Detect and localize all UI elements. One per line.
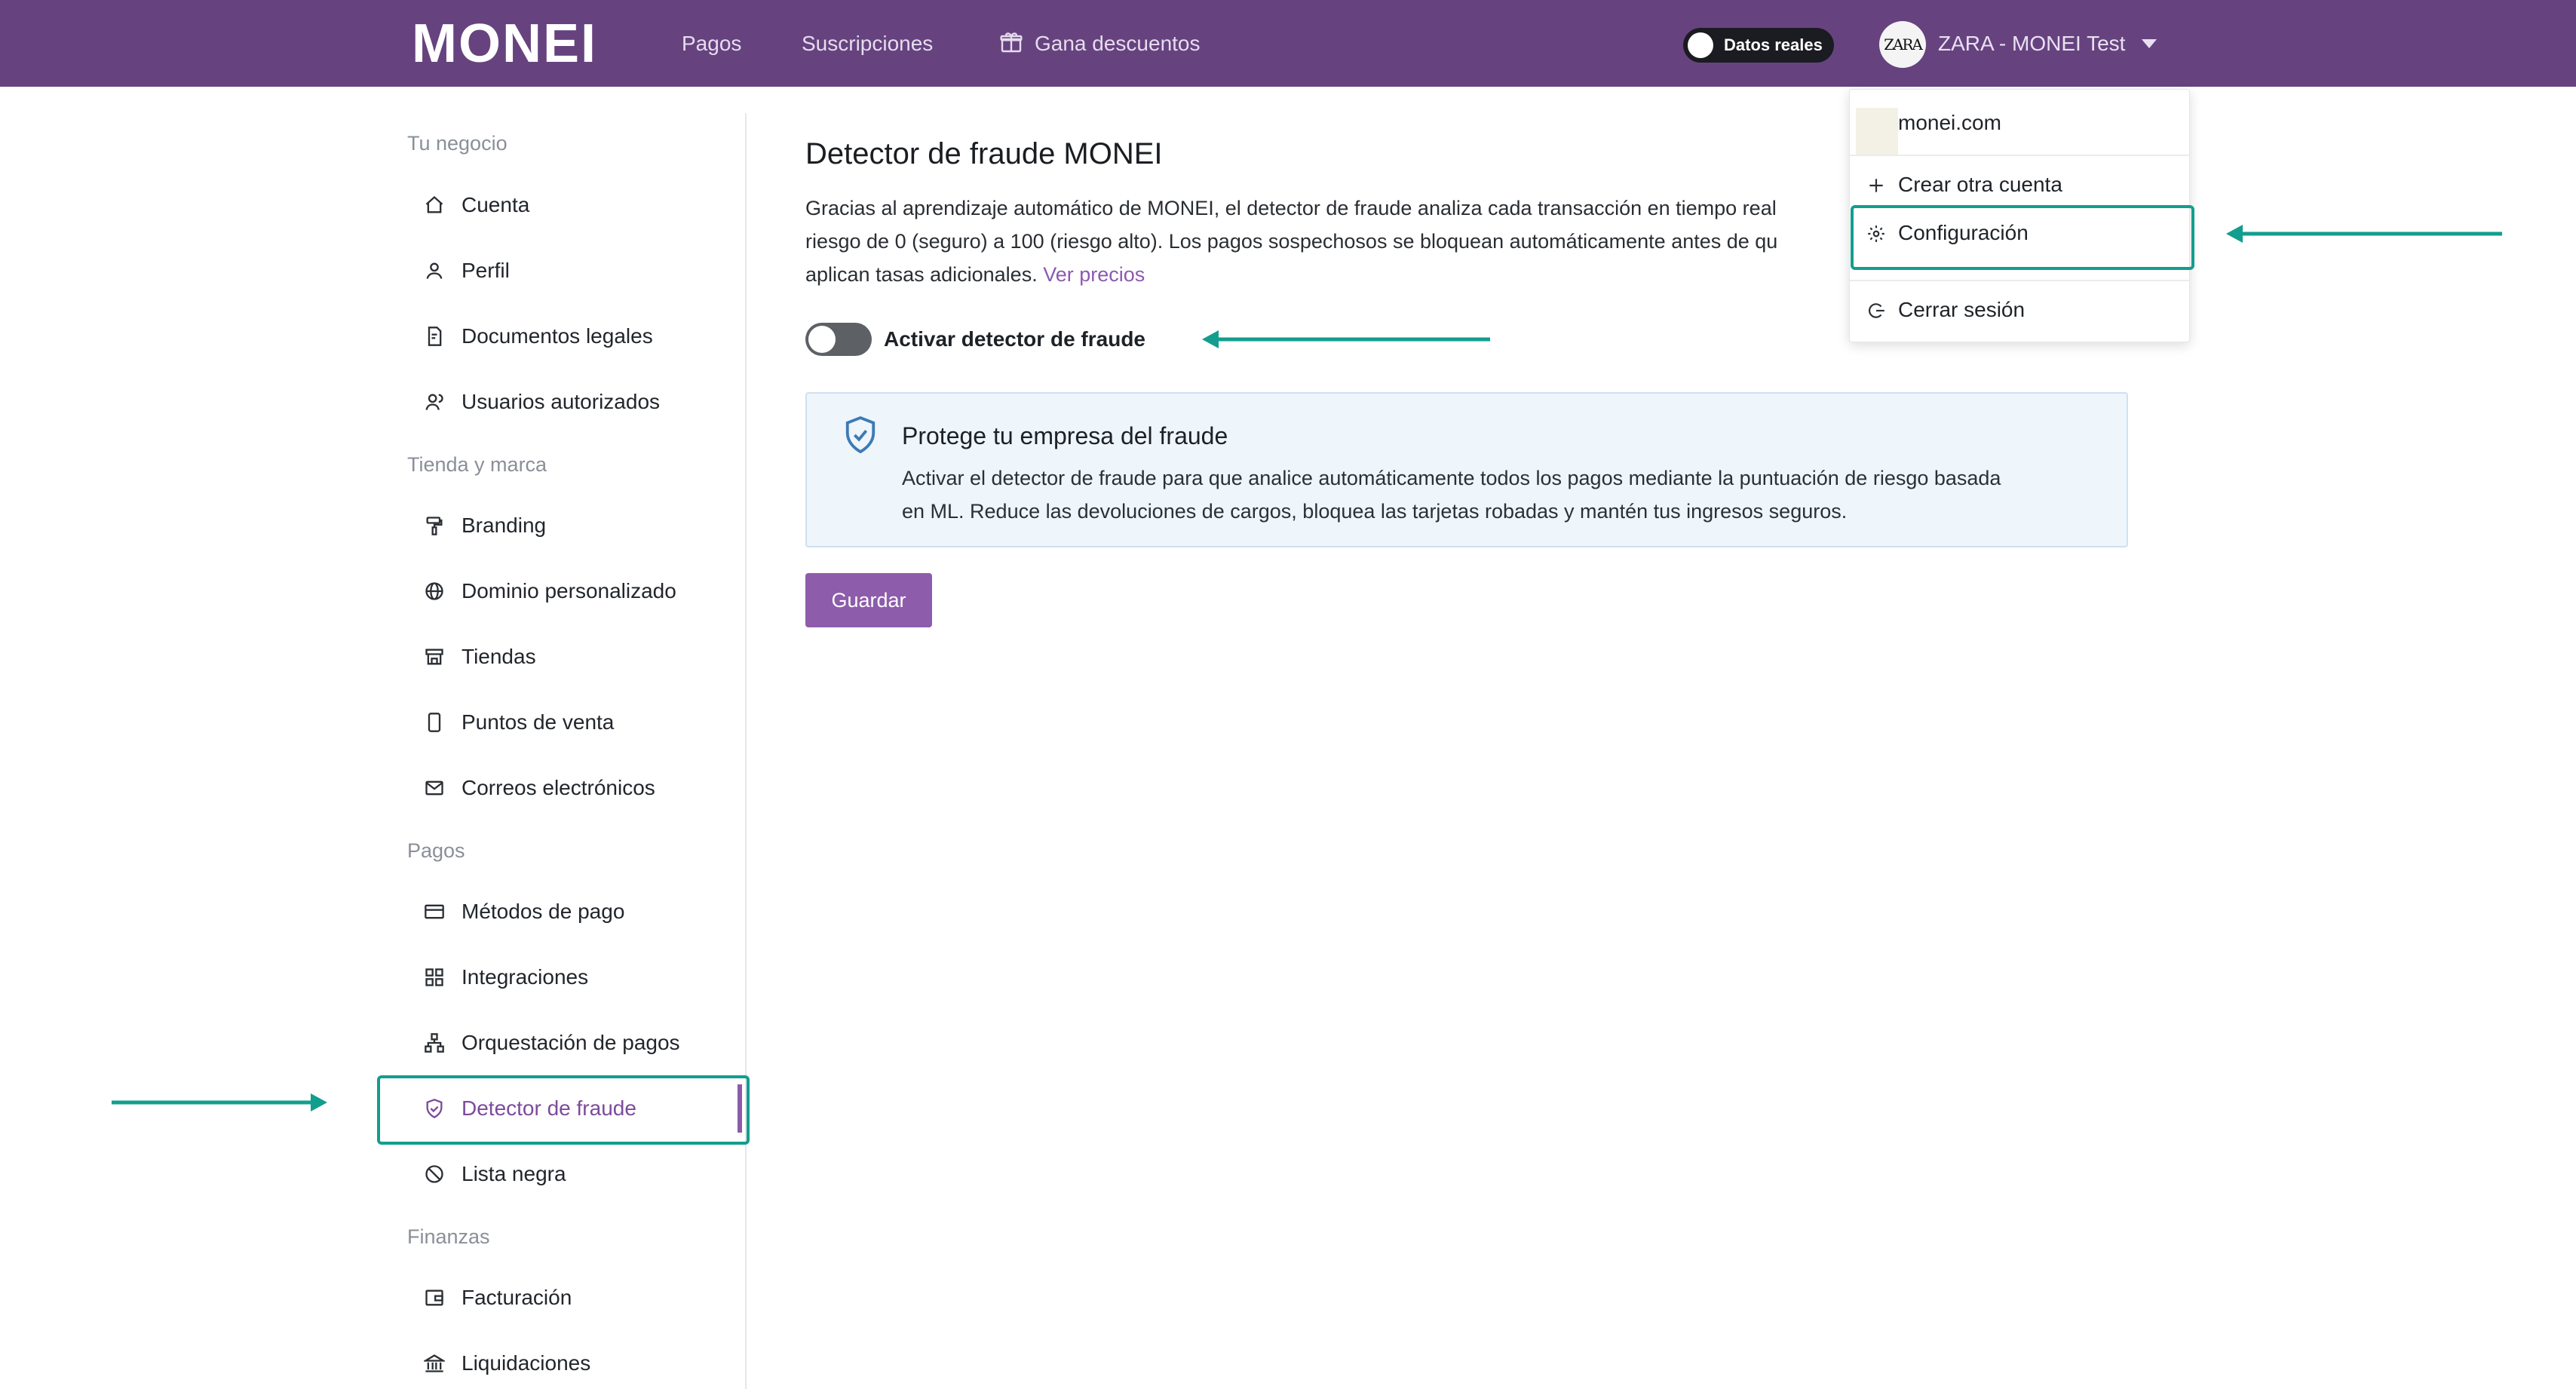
info-title: Protege tu empresa del fraude [902,422,1228,449]
sidebar-item-lista-negra[interactable]: Lista negra [410,1150,742,1198]
fraud-detector-toggle[interactable] [805,323,872,356]
sidebar-item-puntos-de-venta[interactable]: Puntos de venta [410,698,742,747]
avatar[interactable]: ZARA [1879,21,1926,68]
info-text-line: Activar el detector de fraude para que a… [902,467,2001,489]
section-title-tu-negocio: Tu negocio [407,132,508,155]
sidebar-item-dominio-personalizado[interactable]: Dominio personalizado [410,567,742,615]
credit-card-icon [425,904,444,919]
sidebar-item-orquestacion-de-pagos[interactable]: Orquestación de pagos [410,1019,742,1067]
monei-logo[interactable]: MONEI [412,15,597,72]
tablet-icon [428,713,441,732]
dropdown-item-label: Crear otra cuenta [1898,173,2062,196]
document-icon [428,327,442,346]
gift-icon [1000,32,1023,53]
sidebar-item-label: Tiendas [462,645,536,668]
dropdown-item-cerrar-sesion[interactable]: Cerrar sesión [1850,286,2191,334]
user-icon [426,262,443,279]
sidebar-item-label: Métodos de pago [462,900,625,923]
sidebar-item-label: Cuenta [462,193,530,216]
info-text-line: en ML. Reduce las devoluciones de cargos… [902,500,1848,523]
toggle-knob [808,326,836,353]
section-title-pagos: Pagos [407,839,465,862]
account-switcher[interactable]: ZARA - MONEI Test [1938,27,2125,60]
sidebar-item-perfil[interactable]: Perfil [410,247,742,295]
sidebar-item-metodos-de-pago[interactable]: Métodos de pago [410,888,742,936]
users-icon [425,394,443,410]
sidebar-item-label: Orquestación de pagos [462,1031,680,1054]
sidebar-item-facturacion[interactable]: Facturación [410,1274,742,1322]
toggle-knob [1688,32,1713,58]
chevron-down-icon[interactable] [2142,39,2157,48]
fraud-detector-toggle-label[interactable]: Activar detector de fraude [884,323,1145,356]
arrow-left-icon [2226,225,2502,243]
live-data-toggle[interactable]: Datos reales [1683,28,1834,63]
pricing-link[interactable]: Ver precios [1043,263,1145,286]
logout-icon [1868,303,1884,318]
dropdown-divider [1850,155,2191,156]
sidebar-item-label: Liquidaciones [462,1351,591,1375]
sidebar-item-documentos-legales[interactable]: Documentos legales [410,312,742,360]
sidebar-item-usuarios-autorizados[interactable]: Usuarios autorizados [410,378,742,426]
wallet-icon [425,1289,443,1306]
globe-icon [425,582,443,600]
plus-icon [1869,179,1883,192]
section-title-tienda-y-marca: Tienda y marca [407,453,547,476]
sidebar-item-liquidaciones[interactable]: Liquidaciones [410,1339,742,1387]
sidebar-item-branding[interactable]: Branding [410,501,742,550]
sidebar-item-label: Dominio personalizado [462,579,676,603]
sidebar-item-label: Correos electrónicos [462,776,655,799]
nav-gana-descuentos[interactable]: Gana descuentos [1035,27,1201,60]
dropdown-item-label: Cerrar sesión [1898,298,2026,321]
sidebar-item-integraciones[interactable]: Integraciones [410,953,742,1001]
sitemap-icon [425,1033,444,1053]
ban-icon [425,1165,443,1183]
settings-sidebar: Tu negocio Cuenta Perfil Documentos lega… [383,113,747,1389]
arrow-left-icon [1202,330,1490,348]
arrow-right-icon [112,1093,327,1112]
description-line: riesgo de 0 (seguro) a 100 (riesgo alto)… [805,230,1778,253]
sidebar-item-tiendas[interactable]: Tiendas [410,633,742,681]
description-line: Gracias al aprendizaje automático de MON… [805,197,1777,219]
paint-roller-icon [426,517,443,535]
sidebar-item-label: Usuarios autorizados [462,390,661,413]
save-button[interactable]: Guardar [805,573,932,627]
highlight-configuracion [1851,205,2194,270]
grid-icon [425,968,443,986]
info-text: Activar el detector de fraude para que a… [902,461,2108,528]
sidebar-item-label: Documentos legales [462,324,653,348]
bank-icon [424,1354,445,1372]
avatar-logo-text: ZARA [1884,35,1923,54]
sidebar-item-label: Puntos de venta [462,710,615,734]
page-description: Gracias al aprendizaje automático de MON… [805,192,1876,291]
dropdown-divider [1850,280,2191,281]
sidebar-item-label: Integraciones [462,965,589,989]
info-callout: Protege tu empresa del fraude Activar el… [805,392,2128,547]
dropdown-item-monei-com[interactable]: monei.com [1850,99,2191,156]
shield-check-icon [845,415,876,454]
sidebar-item-label: Branding [462,514,547,537]
store-icon [425,649,443,665]
description-line: aplican tasas adicionales. [805,263,1038,286]
mail-icon [425,780,443,796]
top-bar: MONEI Pagos Suscripciones Gana descuento… [0,0,2576,87]
nav-pagos[interactable]: Pagos [682,27,741,60]
account-thumbnail [1856,108,1898,156]
sidebar-item-label: Lista negra [462,1162,566,1185]
sidebar-item-correos-electronicos[interactable]: Correos electrónicos [410,764,742,812]
page-title: Detector de fraude MONEI [805,137,1163,170]
highlight-detector-de-fraude [377,1075,750,1145]
sidebar-item-label: Facturación [462,1286,572,1309]
dropdown-item-crear-otra-cuenta[interactable]: Crear otra cuenta [1850,161,2191,209]
live-data-label: Datos reales [1724,35,1823,54]
sidebar-item-label: Perfil [462,259,510,282]
sidebar-item-cuenta[interactable]: Cuenta [410,181,742,229]
section-title-finanzas: Finanzas [407,1225,490,1248]
nav-suscripciones[interactable]: Suscripciones [802,27,933,60]
home-icon [425,195,443,213]
dropdown-item-label: monei.com [1898,111,2001,134]
